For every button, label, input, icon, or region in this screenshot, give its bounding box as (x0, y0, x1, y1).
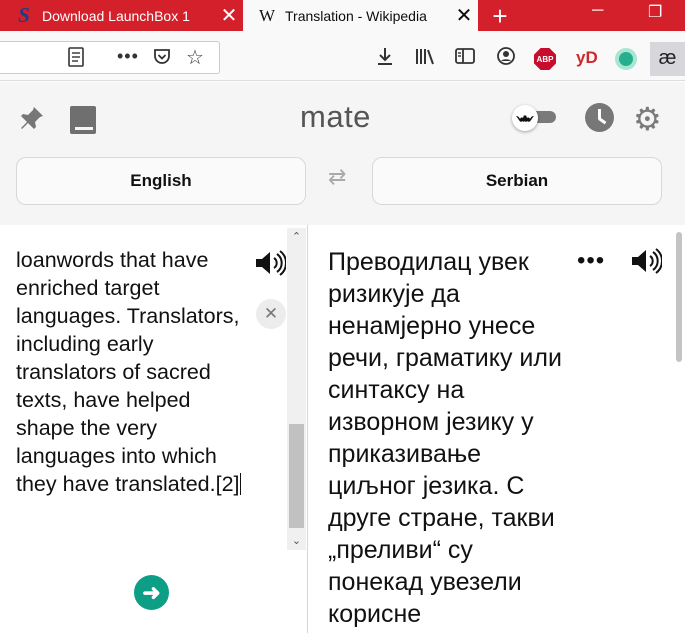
more-options-icon[interactable]: ••• (577, 247, 605, 275)
source-speaker-icon[interactable] (254, 250, 287, 283)
text-caret (239, 473, 241, 495)
clear-text-button[interactable]: ✕ (256, 299, 286, 329)
wikipedia-favicon-icon: W (258, 5, 276, 25)
download-icon[interactable] (371, 46, 399, 71)
minimize-button[interactable]: ─ (592, 2, 603, 20)
phrasebook-icon[interactable] (70, 106, 96, 134)
target-speaker-icon[interactable] (630, 248, 663, 281)
translation-output: Преводилац увек ризикује да ненамјерно у… (328, 248, 562, 628)
launchbox-favicon-icon: S (18, 3, 30, 27)
tab-close-icon[interactable]: ✕ (450, 3, 478, 28)
source-scroll-thumb[interactable] (289, 424, 304, 528)
source-text-input[interactable]: loanwords that have enriched target lang… (16, 246, 246, 498)
url-bar[interactable]: ••• ☆ (0, 41, 220, 74)
history-clock-icon[interactable] (585, 103, 614, 132)
tab-title: Translation - Wikipedia (285, 7, 427, 24)
settings-gear-icon[interactable]: ⚙ (633, 100, 662, 138)
sidebar-icon[interactable] (451, 46, 479, 71)
source-scrollbar[interactable]: ⌃ ⌄ (287, 228, 306, 550)
tab-close-icon[interactable]: ✕ (215, 3, 243, 28)
swap-languages-icon[interactable]: ⇄ (328, 164, 346, 190)
account-icon[interactable] (492, 46, 520, 71)
bookmark-star-icon[interactable]: ☆ (186, 45, 204, 70)
source-language-button[interactable]: English (16, 157, 306, 205)
dark-mode-toggle[interactable] (512, 105, 556, 131)
extension-circle-icon[interactable] (615, 48, 637, 70)
restore-button[interactable]: ❐ (648, 2, 662, 22)
library-icon[interactable] (411, 46, 439, 71)
bat-icon (512, 105, 538, 131)
tab-launchbox[interactable]: S Download LaunchBox 1 ✕ (0, 0, 243, 31)
page-actions-icon[interactable]: ••• (117, 46, 139, 67)
scroll-up-arrow-icon[interactable]: ⌃ (287, 228, 306, 246)
target-language-button[interactable]: Serbian (372, 157, 662, 205)
new-tab-button[interactable]: + (488, 1, 512, 32)
source-text: loanwords that have enriched target lang… (16, 248, 240, 496)
tab-title: Download LaunchBox 1 (42, 7, 190, 24)
target-scroll-thumb[interactable] (676, 232, 682, 362)
tab-bar: S Download LaunchBox 1 ✕ W Translation -… (0, 0, 685, 31)
youtube-downloader-icon[interactable]: yD (576, 48, 598, 68)
reader-view-icon[interactable] (67, 47, 85, 72)
scroll-down-arrow-icon[interactable]: ⌄ (287, 532, 306, 550)
panel-divider (307, 225, 308, 633)
pocket-icon[interactable] (152, 47, 172, 72)
app-brand: mate (300, 99, 371, 134)
target-scrollbar[interactable] (673, 228, 683, 633)
tab-wikipedia[interactable]: W Translation - Wikipedia ✕ (243, 0, 478, 31)
mate-extension-icon[interactable]: æ (650, 42, 685, 76)
pin-icon[interactable] (16, 104, 46, 141)
translate-go-button[interactable]: ➜ (134, 575, 169, 610)
